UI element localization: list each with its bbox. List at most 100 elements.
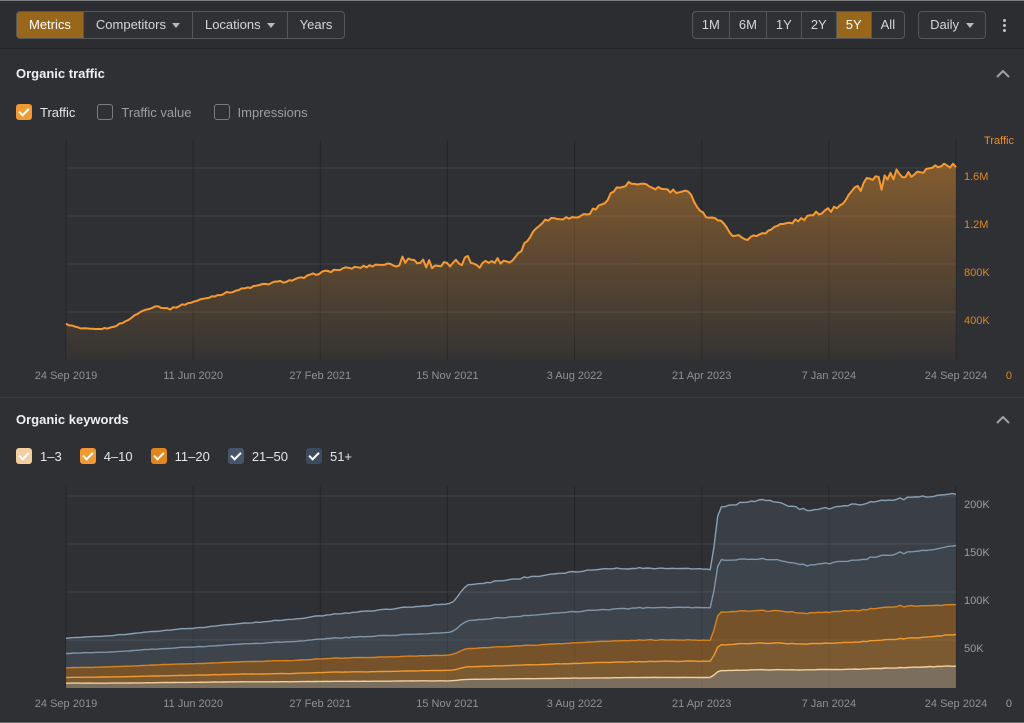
kw-51plus-checkbox-item[interactable]: 51+ <box>306 448 352 464</box>
x-tick-label: 7 Jan 2024 <box>802 370 856 382</box>
competitors-dropdown[interactable]: Competitors <box>83 12 192 38</box>
check-icon <box>153 449 164 460</box>
x-tick-label: 24 Sep 2024 <box>925 698 987 710</box>
legend-label: 51+ <box>330 449 352 464</box>
range-label: 1Y <box>776 16 792 34</box>
y-zero-label: 0 <box>1006 698 1012 710</box>
y-tick-label: 150K <box>964 547 990 559</box>
range-6m-button[interactable]: 6M <box>729 12 766 38</box>
check-icon <box>18 105 29 116</box>
range-label: 1M <box>702 16 720 34</box>
checkbox <box>16 104 32 120</box>
kebab-dot <box>1003 19 1006 22</box>
range-all-button[interactable]: All <box>871 12 904 38</box>
y-tick-label: 200K <box>964 499 990 511</box>
x-tick-label: 11 Jun 2020 <box>163 698 223 710</box>
kebab-dot <box>1003 24 1006 27</box>
range-1y-button[interactable]: 1Y <box>766 12 801 38</box>
chevron-up-icon <box>996 70 1010 78</box>
y-tick-label: 1.6M <box>964 171 988 183</box>
checkbox <box>214 104 230 120</box>
x-tick-label: 3 Aug 2022 <box>547 698 603 710</box>
kw-11-20-checkbox-item[interactable]: 11–20 <box>151 448 210 464</box>
x-tick-label: 15 Nov 2021 <box>416 698 478 710</box>
toolbar-right: 1M 6M 1Y 2Y 5Y All Daily <box>692 11 1010 39</box>
locations-dropdown[interactable]: Locations <box>192 12 287 38</box>
check-icon <box>308 449 319 460</box>
x-tick-label: 24 Sep 2019 <box>35 698 97 710</box>
chevron-down-icon <box>172 23 180 28</box>
traffic-checkbox-item[interactable]: Traffic <box>16 104 75 120</box>
range-label: 5Y <box>846 16 862 34</box>
x-tick-label: 3 Aug 2022 <box>547 370 603 382</box>
years-button-label: Years <box>300 16 333 34</box>
checkbox <box>80 448 96 464</box>
locations-dropdown-label: Locations <box>205 16 261 34</box>
x-tick-label: 21 Apr 2023 <box>672 370 731 382</box>
metrics-button-label: Metrics <box>29 16 71 34</box>
range-label: All <box>881 16 895 34</box>
organic-keywords-title: Organic keywords <box>16 412 129 427</box>
legend-label: 4–10 <box>104 449 133 464</box>
x-tick-label: 21 Apr 2023 <box>672 698 731 710</box>
y-tick-label: 1.2M <box>964 219 988 231</box>
x-tick-label: 11 Jun 2020 <box>163 370 223 382</box>
y-tick-label: 800K <box>964 267 990 279</box>
range-5y-button[interactable]: 5Y <box>836 12 871 38</box>
legend-label: 1–3 <box>40 449 62 464</box>
date-range-group: 1M 6M 1Y 2Y 5Y All <box>692 11 905 39</box>
x-tick-label: 27 Feb 2021 <box>289 698 351 710</box>
toolbar: Metrics Competitors Locations Years 1M 6… <box>0 1 1024 49</box>
checkbox <box>306 448 322 464</box>
range-2y-button[interactable]: 2Y <box>801 12 836 38</box>
x-tick-label: 7 Jan 2024 <box>802 698 856 710</box>
organic-traffic-chart[interactable]: Traffic 1.6M 1.2M 800K 400K 24 Sep 2019 11 Jun… <box>0 128 1024 392</box>
competitors-dropdown-label: Competitors <box>96 16 166 34</box>
analytics-dashboard: Metrics Competitors Locations Years 1M 6… <box>0 0 1024 723</box>
x-tick-label: 15 Nov 2021 <box>416 370 478 382</box>
organic-traffic-title: Organic traffic <box>16 66 105 81</box>
checkbox <box>151 448 167 464</box>
range-1m-button[interactable]: 1M <box>693 12 729 38</box>
granularity-dropdown[interactable]: Daily <box>918 11 986 39</box>
checkbox <box>228 448 244 464</box>
traffic-value-checkbox-item[interactable]: Traffic value <box>97 104 191 120</box>
metrics-button[interactable]: Metrics <box>17 12 83 38</box>
legend-label: Traffic <box>40 105 75 120</box>
y-zero-label: 0 <box>1006 370 1012 382</box>
chevron-down-icon <box>966 23 974 28</box>
chevron-up-icon <box>996 416 1010 424</box>
range-label: 6M <box>739 16 757 34</box>
checkbox <box>97 104 113 120</box>
collapse-traffic-section-button[interactable] <box>990 64 1016 84</box>
check-icon <box>82 449 93 460</box>
legend-label: 11–20 <box>175 449 210 464</box>
legend-label: 21–50 <box>252 449 288 464</box>
impressions-checkbox-item[interactable]: Impressions <box>214 104 308 120</box>
range-label: 2Y <box>811 16 827 34</box>
legend-label: Traffic value <box>121 105 191 120</box>
y-axis-title: Traffic <box>984 135 1014 147</box>
y-tick-label: 100K <box>964 595 990 607</box>
years-button[interactable]: Years <box>287 12 345 38</box>
y-tick-label: 400K <box>964 315 990 327</box>
collapse-keywords-section-button[interactable] <box>990 410 1016 430</box>
checkbox <box>16 448 32 464</box>
check-icon <box>18 449 29 460</box>
metrics-filter-group: Metrics Competitors Locations Years <box>16 11 345 39</box>
more-options-button[interactable] <box>999 14 1010 37</box>
x-tick-label: 27 Feb 2021 <box>289 370 351 382</box>
kw-4-10-checkbox-item[interactable]: 4–10 <box>80 448 133 464</box>
chevron-down-icon <box>267 23 275 28</box>
legend-label: Impressions <box>238 105 308 120</box>
x-tick-label: 24 Sep 2024 <box>925 370 987 382</box>
section-divider <box>0 397 1024 398</box>
kw-1-3-checkbox-item[interactable]: 1–3 <box>16 448 62 464</box>
traffic-legend: Traffic Traffic value Impressions <box>16 104 308 120</box>
check-icon <box>230 449 241 460</box>
x-tick-label: 24 Sep 2019 <box>35 370 97 382</box>
organic-keywords-chart[interactable]: 200K 150K 100K 50K 24 Sep 2019 11 Jun 2020 27 … <box>0 474 1024 723</box>
y-tick-label: 50K <box>964 643 984 655</box>
keywords-legend: 1–3 4–10 11–20 21–50 51+ <box>16 448 352 464</box>
kw-21-50-checkbox-item[interactable]: 21–50 <box>228 448 288 464</box>
